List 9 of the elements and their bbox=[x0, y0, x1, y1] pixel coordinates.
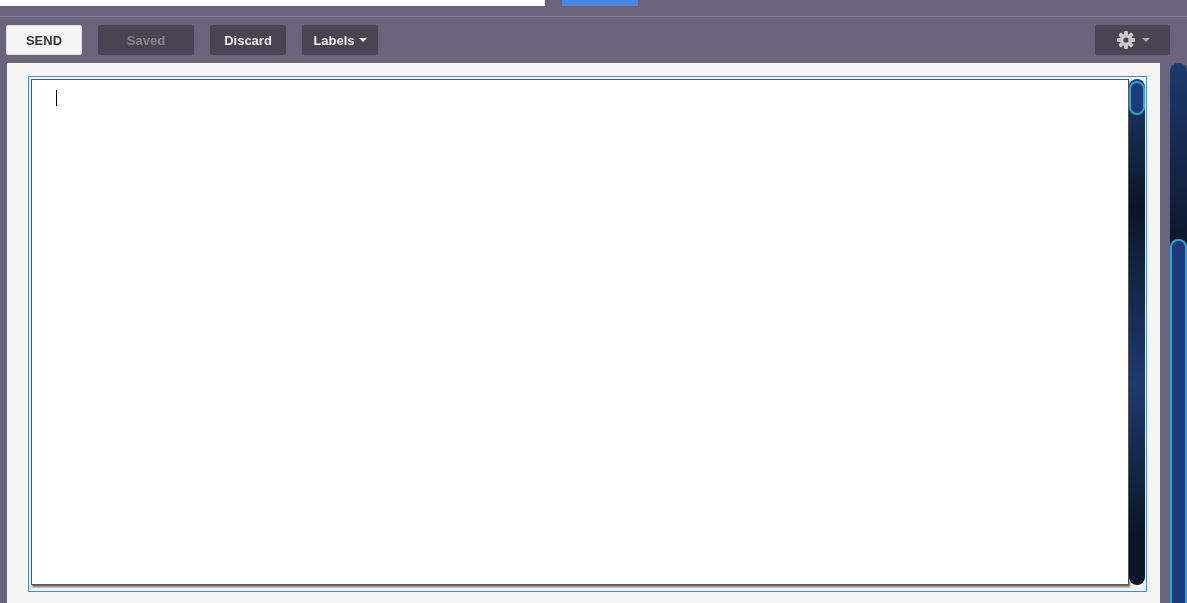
toolbar-button[interactable]: Discard bbox=[210, 25, 286, 55]
labels-menu-button[interactable]: Labels bbox=[302, 25, 378, 55]
message-body-field[interactable] bbox=[31, 79, 1129, 585]
page-scrollbar[interactable] bbox=[1170, 63, 1187, 603]
search-field[interactable] bbox=[0, 0, 545, 6]
toolbar-button[interactable]: SEND bbox=[6, 25, 82, 55]
settings-button[interactable] bbox=[1095, 25, 1170, 55]
gear-icon bbox=[1115, 30, 1136, 50]
scrollbar[interactable] bbox=[1129, 79, 1145, 585]
